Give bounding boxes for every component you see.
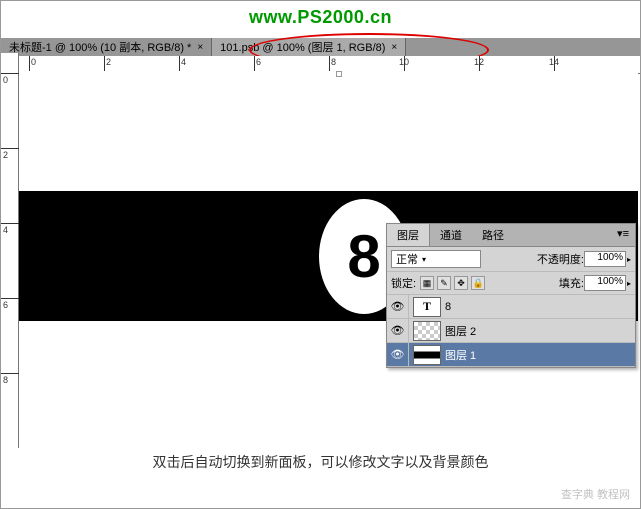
opacity-input[interactable]: 100%	[584, 251, 626, 267]
billiard-number: 8	[347, 222, 380, 291]
tab-label: 101.psb @ 100% (图层 1, RGB/8)	[220, 39, 385, 55]
visibility-toggle[interactable]: 👁	[387, 343, 409, 366]
blend-mode-dropdown[interactable]: 正常 ▾	[391, 250, 481, 268]
text-layer-icon: T	[413, 297, 441, 317]
ruler-label: 10	[399, 57, 409, 67]
layer-row-text[interactable]: 👁 T 8	[387, 295, 635, 319]
vertical-ruler: 0 2 4 6 8	[1, 53, 19, 448]
close-icon[interactable]: ×	[391, 42, 397, 53]
ruler-label: 8	[331, 57, 336, 67]
fill-input[interactable]: 100%	[584, 275, 626, 291]
bottom-watermark: 查字典 教程网	[561, 486, 630, 502]
lock-pixels-icon[interactable]: ✎	[437, 276, 451, 290]
lock-label: 锁定:	[391, 275, 416, 291]
ruler-label: 12	[474, 57, 484, 67]
visibility-toggle[interactable]: 👁	[387, 319, 409, 342]
layer-name: 8	[445, 301, 451, 313]
document-tab-2[interactable]: 101.psb @ 100% (图层 1, RGB/8) ×	[212, 38, 406, 56]
ruler-label: 0	[3, 75, 8, 85]
chevron-down-icon: ▾	[422, 255, 426, 264]
layer-row-image[interactable]: 👁 图层 1	[387, 343, 635, 367]
layer-row-shape[interactable]: 👁 图层 2	[387, 319, 635, 343]
lock-all-icon[interactable]: 🔒	[471, 276, 485, 290]
tab-label: 未标题-1 @ 100% (10 副本, RGB/8) *	[9, 39, 191, 55]
lock-position-icon[interactable]: ✥	[454, 276, 468, 290]
panel-tabs: 图层 通道 路径 ▾≡	[387, 224, 635, 247]
transform-handles	[319, 71, 359, 111]
ruler-label: 6	[3, 300, 8, 310]
lock-fill-row: 锁定: ▦ ✎ ✥ 🔒 填充: 100% ▸	[387, 272, 635, 295]
chevron-right-icon[interactable]: ▸	[627, 255, 631, 264]
layers-panel: 图层 通道 路径 ▾≡ 正常 ▾ 不透明度: 100% ▸ 锁定: ▦ ✎ ✥ …	[386, 223, 636, 368]
ruler-label: 0	[31, 57, 36, 67]
document-tab-1[interactable]: 未标题-1 @ 100% (10 副本, RGB/8) * ×	[1, 38, 212, 56]
blend-mode-value: 正常	[396, 251, 418, 267]
layer-thumbnail	[413, 321, 441, 341]
close-icon[interactable]: ×	[197, 42, 203, 53]
watermark-link: www.PS2000.cn	[1, 1, 640, 28]
lock-transparency-icon[interactable]: ▦	[420, 276, 434, 290]
layer-thumbnail	[413, 345, 441, 365]
fill-label: 填充:	[559, 275, 584, 291]
panel-menu-icon[interactable]: ▾≡	[611, 224, 635, 246]
ruler-label: 2	[106, 57, 111, 67]
ruler-label: 4	[181, 57, 186, 67]
layer-name: 图层 2	[445, 323, 476, 339]
opacity-label: 不透明度:	[537, 251, 584, 267]
ruler-label: 2	[3, 150, 8, 160]
ruler-label: 4	[3, 225, 8, 235]
blend-opacity-row: 正常 ▾ 不透明度: 100% ▸	[387, 247, 635, 272]
chevron-right-icon[interactable]: ▸	[627, 279, 631, 288]
caption-text: 双击后自动切换到新面板，可以修改文字以及背景颜色	[1, 452, 640, 472]
tab-channels[interactable]: 通道	[430, 224, 472, 246]
ruler-label: 14	[549, 57, 559, 67]
lock-icons: ▦ ✎ ✥ 🔒	[420, 276, 485, 290]
ruler-label: 6	[256, 57, 261, 67]
tab-paths[interactable]: 路径	[472, 224, 514, 246]
ruler-label: 8	[3, 375, 8, 385]
layer-name: 图层 1	[445, 347, 476, 363]
visibility-toggle[interactable]: 👁	[387, 295, 409, 318]
document-tab-bar: 未标题-1 @ 100% (10 副本, RGB/8) * × 101.psb …	[1, 38, 640, 56]
tab-layers[interactable]: 图层	[387, 224, 430, 246]
